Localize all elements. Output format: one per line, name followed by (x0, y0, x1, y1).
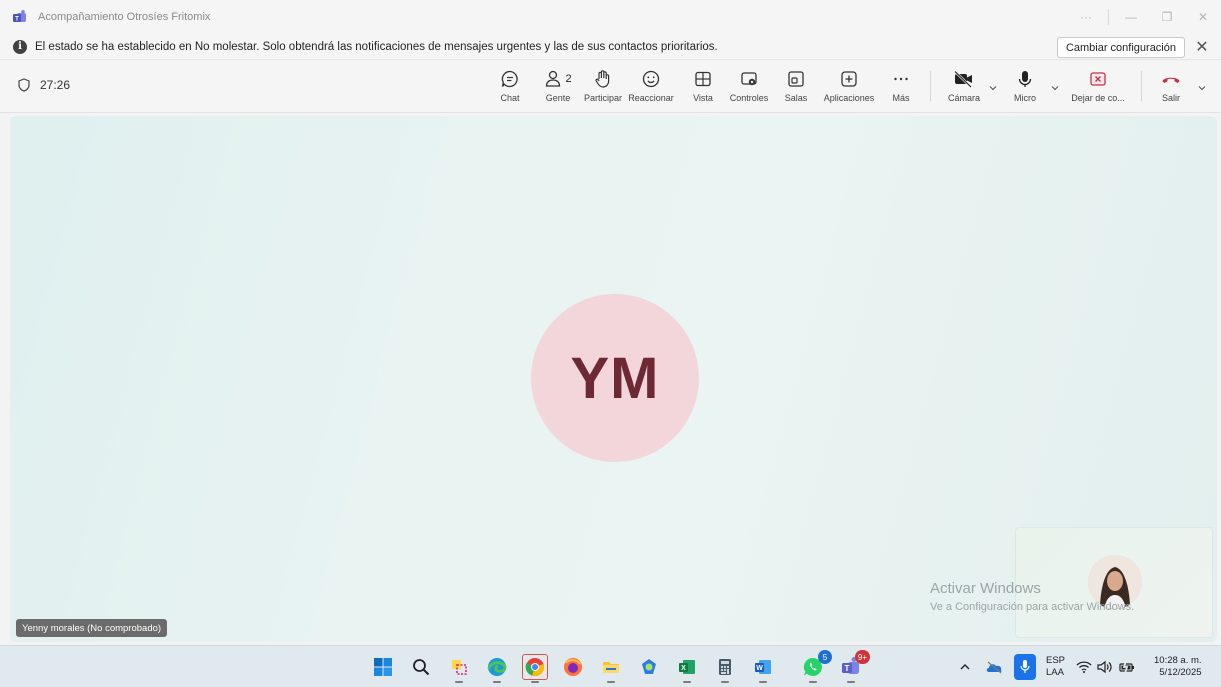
taskbar-app-whatsapp[interactable]: 5 (800, 650, 832, 680)
hand-icon (595, 70, 610, 88)
language-indicator[interactable]: ESP LAA (1046, 655, 1065, 679)
restore-icon[interactable]: ❐ (1149, 0, 1185, 34)
close-icon[interactable]: ✕ (1193, 38, 1211, 56)
notification-message: El estado se ha establecido en No molest… (35, 40, 718, 53)
mic-button[interactable]: Micro (1010, 67, 1040, 109)
people-icon (546, 70, 561, 87)
chrome-icon (525, 658, 545, 677)
activation-watermark: Activar Windows Ve a Configuración para … (930, 580, 1135, 613)
taskbar: X W 5 T 9+ ESP LAA 10:28 a. m. 5/12/2025 (0, 645, 1221, 687)
smiley-icon (642, 70, 660, 88)
svg-text:W: W (756, 665, 763, 672)
clock-time: 10:28 a. m. (1154, 655, 1202, 666)
camera-chevron-down-icon[interactable] (988, 83, 998, 93)
view-button[interactable]: Vista (690, 67, 716, 109)
more-options-icon[interactable]: ··· (1068, 0, 1104, 34)
mic-tray-button[interactable] (1014, 654, 1036, 680)
taskbar-app-calculator[interactable] (712, 654, 738, 680)
camera-button[interactable]: Cámara (944, 67, 984, 109)
excel-icon: X (679, 660, 695, 674)
start-button[interactable] (370, 654, 396, 680)
stop-sharing-button[interactable]: Dejar de co... (1070, 67, 1126, 109)
stop-share-icon (1090, 72, 1106, 86)
react-button[interactable]: Reaccionar (628, 67, 674, 109)
folder-icon (603, 662, 619, 673)
leave-chevron-down-icon[interactable] (1197, 83, 1207, 93)
notification-bar: i El estado se ha establecido en No mole… (0, 34, 1221, 60)
microphone-icon (1018, 71, 1032, 87)
people-button[interactable]: 2 Gente (541, 67, 575, 109)
change-settings-button[interactable]: Cambiar configuración (1056, 37, 1185, 58)
word-icon: W (755, 660, 771, 674)
title-bar: T Acompañamiento Otrosíes Fritomix ··· —… (0, 0, 1221, 34)
whatsapp-badge: 5 (818, 650, 832, 664)
participant-avatar[interactable]: YM (531, 294, 699, 462)
taskbar-app-edge[interactable] (484, 654, 510, 680)
svg-text:X: X (681, 665, 686, 672)
clock-date: 5/12/2025 (1159, 667, 1202, 678)
taskbar-app-firefox[interactable] (560, 654, 586, 680)
minimize-icon[interactable]: — (1113, 0, 1149, 34)
close-window-icon[interactable]: ✕ (1185, 0, 1221, 34)
meeting-toolbar: 27:26 Chat 2 Gente Participar Reaccionar… (0, 61, 1221, 113)
apps-button[interactable]: Aplicaciones (822, 67, 876, 109)
chat-icon (501, 70, 518, 88)
taskbar-app-copilot[interactable] (636, 654, 662, 680)
search-button[interactable] (408, 654, 434, 680)
rooms-icon (788, 71, 804, 87)
controls-icon (741, 72, 757, 86)
window-controls: ··· — ❐ ✕ (1068, 0, 1221, 34)
more-button[interactable]: Más (889, 67, 913, 109)
show-hidden-icons-button[interactable] (956, 654, 974, 680)
leave-button[interactable]: Salir (1156, 67, 1186, 109)
svg-text:T: T (845, 664, 850, 673)
snipping-tool-icon (452, 660, 467, 675)
windows-logo-icon (374, 658, 392, 676)
people-count: 2 (565, 73, 572, 85)
window-title: Acompañamiento Otrosíes Fritomix (38, 11, 211, 23)
taskbar-app-teams[interactable]: T 9+ (838, 650, 870, 680)
raise-hand-button[interactable]: Participar (583, 67, 623, 109)
onedrive-tray-button[interactable] (983, 654, 1005, 680)
search-icon (413, 659, 430, 676)
hang-up-icon (1162, 77, 1180, 83)
add-app-icon (841, 71, 857, 87)
participant-name-tag: Yenny morales (No comprobado) (16, 619, 168, 637)
wifi-icon (1076, 661, 1092, 673)
taskbar-app-snip[interactable] (446, 654, 472, 680)
teams-icon: T (13, 10, 26, 23)
meeting-timer: 27:26 (18, 78, 70, 92)
camera-off-icon (954, 70, 972, 88)
grid-icon (695, 71, 711, 87)
microphone-tray-icon (1020, 660, 1030, 673)
svg-text:T: T (15, 17, 19, 23)
copilot-icon (642, 659, 656, 674)
timer-text: 27:26 (40, 78, 71, 92)
teams-badge: 9+ (854, 650, 870, 664)
edge-icon (487, 658, 507, 676)
firefox-icon (564, 658, 582, 676)
meeting-stage: YM Yenny morales (No comprobado) Activar… (10, 116, 1217, 642)
quick-settings-button[interactable] (1076, 654, 1136, 680)
volume-icon (1097, 660, 1112, 674)
clock[interactable]: 10:28 a. m. 5/12/2025 (1154, 655, 1202, 679)
onedrive-icon (986, 661, 1002, 674)
participant-initials: YM (570, 345, 660, 411)
ellipsis-icon (894, 77, 908, 81)
chat-button[interactable]: Chat (497, 67, 523, 109)
controls-button[interactable]: Controles (728, 67, 770, 109)
calculator-icon (719, 659, 731, 675)
rooms-button[interactable]: Salas (783, 67, 809, 109)
battery-icon (1119, 660, 1134, 674)
taskbar-app-word[interactable]: W (750, 654, 776, 680)
shield-icon (18, 78, 30, 92)
info-icon: i (13, 39, 27, 54)
taskbar-app-excel[interactable]: X (674, 654, 700, 680)
taskbar-app-chrome[interactable] (522, 654, 548, 680)
mic-chevron-down-icon[interactable] (1050, 83, 1060, 93)
taskbar-app-explorer[interactable] (598, 654, 624, 680)
chevron-up-icon (960, 664, 970, 670)
